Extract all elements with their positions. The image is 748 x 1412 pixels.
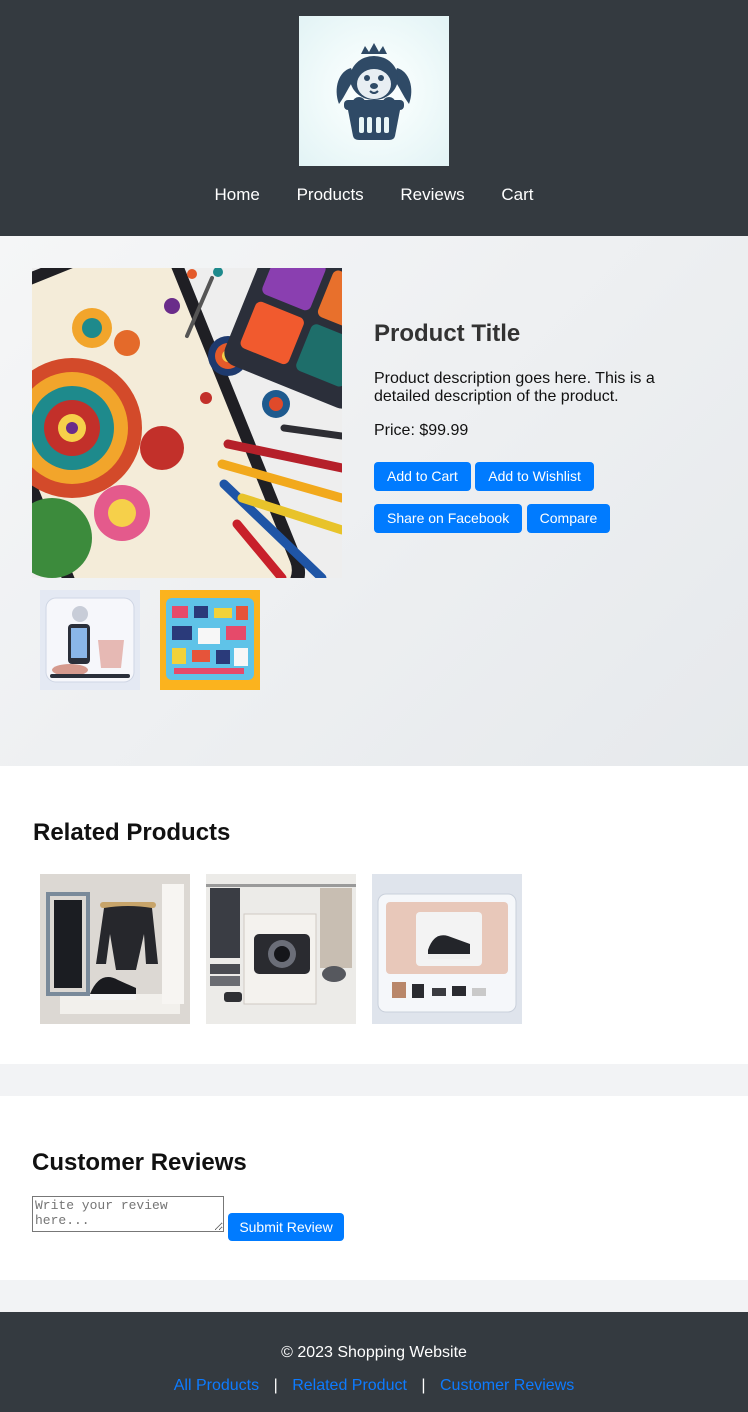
related-product-image-1[interactable] bbox=[40, 874, 190, 1024]
compare-button[interactable]: Compare bbox=[526, 504, 611, 533]
share-facebook-button[interactable]: Share on Facebook bbox=[374, 504, 523, 533]
related-product-image-3[interactable] bbox=[372, 874, 522, 1024]
copyright-text: © 2023 Shopping Website bbox=[281, 1344, 467, 1361]
product-info: Product Title Product description goes h… bbox=[374, 320, 704, 546]
customer-reviews-heading: Customer Reviews bbox=[32, 1149, 247, 1176]
nav-cart-link[interactable]: Cart bbox=[501, 185, 533, 205]
footer-link-related-product[interactable]: Related Product bbox=[292, 1377, 407, 1394]
customer-reviews-section: Customer Reviews Submit Review bbox=[0, 1096, 748, 1280]
footer-link-all-products[interactable]: All Products bbox=[174, 1377, 259, 1394]
main-nav: Home Products Reviews Cart bbox=[0, 185, 748, 205]
product-thumbnail-2[interactable] bbox=[160, 590, 260, 690]
site-footer: © 2023 Shopping Website All Products | R… bbox=[0, 1312, 748, 1412]
primary-actions: Add to Cart Add to Wishlist bbox=[374, 462, 704, 491]
product-description: Product description goes here. This is a… bbox=[374, 370, 655, 405]
product-price: Price: $99.99 bbox=[374, 422, 469, 439]
related-products-heading: Related Products bbox=[33, 819, 231, 846]
product-section: Product Title Product description goes h… bbox=[0, 236, 748, 766]
product-title: Product Title bbox=[374, 320, 521, 347]
related-product-image-2[interactable] bbox=[206, 874, 356, 1024]
add-to-wishlist-button[interactable]: Add to Wishlist bbox=[475, 462, 594, 491]
footer-separator: | bbox=[421, 1377, 426, 1394]
related-products-section: Related Products bbox=[0, 766, 748, 1064]
secondary-actions: Share on Facebook Compare bbox=[374, 504, 704, 533]
nav-products-link[interactable]: Products bbox=[297, 185, 364, 205]
add-to-cart-button[interactable]: Add to Cart bbox=[374, 462, 471, 491]
nav-reviews-link[interactable]: Reviews bbox=[400, 185, 464, 205]
product-main-image[interactable] bbox=[32, 268, 342, 578]
brand-logo[interactable] bbox=[299, 16, 449, 166]
nav-home-link[interactable]: Home bbox=[214, 185, 259, 205]
review-textarea[interactable] bbox=[32, 1196, 224, 1232]
site-header: Home Products Reviews Cart bbox=[0, 0, 748, 236]
submit-review-button[interactable]: Submit Review bbox=[228, 1213, 344, 1241]
footer-links: All Products | Related Product | Custome… bbox=[0, 1377, 748, 1395]
footer-separator: | bbox=[273, 1377, 278, 1394]
footer-link-customer-reviews[interactable]: Customer Reviews bbox=[440, 1377, 574, 1394]
product-thumbnail-1[interactable] bbox=[40, 590, 140, 690]
